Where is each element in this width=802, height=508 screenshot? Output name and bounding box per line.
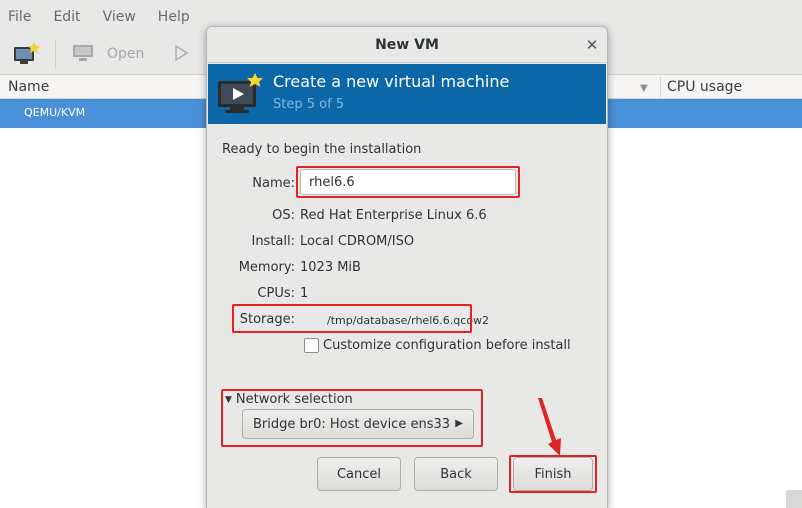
submenu-arrow-icon: ▶: [455, 418, 463, 429]
play-icon[interactable]: [172, 44, 190, 62]
dialog-titlebar: New VM ✕: [207, 27, 607, 63]
menu-help[interactable]: Help: [158, 9, 190, 25]
connection-name: QEMU/KVM: [24, 106, 86, 119]
cancel-button[interactable]: Cancel: [317, 457, 401, 491]
customize-row[interactable]: Customize configuration before install: [304, 338, 571, 353]
finish-button[interactable]: Finish: [513, 457, 593, 491]
scrollbar-corner: [786, 490, 802, 508]
finish-label: Finish: [534, 466, 572, 482]
network-source-button[interactable]: Bridge br0: Host device ens33 ▶: [242, 409, 474, 439]
new-vm-icon[interactable]: [12, 42, 40, 66]
column-cpu-usage[interactable]: CPU usage: [667, 79, 742, 95]
banner-step: Step 5 of 5: [273, 97, 345, 112]
toolbar-separator: [55, 40, 56, 68]
back-button[interactable]: Back: [414, 457, 498, 491]
name-input[interactable]: [300, 169, 516, 195]
customize-label[interactable]: Customize configuration before install: [323, 338, 571, 353]
name-label: Name:: [252, 176, 295, 191]
monitor-icon[interactable]: [72, 44, 94, 62]
back-label: Back: [440, 466, 472, 482]
wizard-banner: Create a new virtual machine Step 5 of 5: [208, 64, 606, 124]
dialog-title: New VM: [375, 37, 439, 53]
network-label: Network selection: [235, 392, 353, 407]
cpus-value: 1: [300, 286, 309, 301]
annotation-arrow-icon: [538, 398, 561, 456]
storage-value: /tmp/database/rhel6.6.qcow2: [327, 314, 489, 327]
column-name[interactable]: Name: [8, 79, 49, 95]
install-value: Local CDROM/ISO: [300, 234, 415, 249]
sort-down-icon[interactable]: ▼: [640, 83, 648, 94]
os-label: OS:: [272, 208, 295, 223]
cancel-label: Cancel: [336, 466, 382, 482]
memory-value: 1023 MiB: [300, 260, 361, 275]
expander-arrow-icon[interactable]: ▼: [225, 395, 232, 405]
install-label: Install:: [251, 234, 295, 249]
ready-text: Ready to begin the installation: [222, 142, 422, 157]
memory-label: Memory:: [238, 260, 295, 275]
column-divider: [660, 77, 661, 97]
network-source-label: Bridge br0: Host device ens33: [253, 416, 451, 432]
open-button-label[interactable]: Open: [107, 46, 144, 62]
menu-view[interactable]: View: [103, 9, 136, 25]
menu-edit[interactable]: Edit: [53, 9, 80, 25]
os-value: Red Hat Enterprise Linux 6.6: [300, 208, 487, 223]
close-icon[interactable]: ✕: [583, 36, 601, 54]
network-expander[interactable]: ▼ Network selection: [225, 392, 353, 407]
cpus-label: CPUs:: [257, 286, 295, 301]
storage-label: Storage:: [239, 312, 295, 327]
banner-title: Create a new virtual machine: [273, 72, 510, 91]
customize-checkbox[interactable]: [304, 338, 319, 353]
menu-file[interactable]: File: [8, 9, 31, 25]
vm-monitor-icon: [218, 73, 263, 113]
